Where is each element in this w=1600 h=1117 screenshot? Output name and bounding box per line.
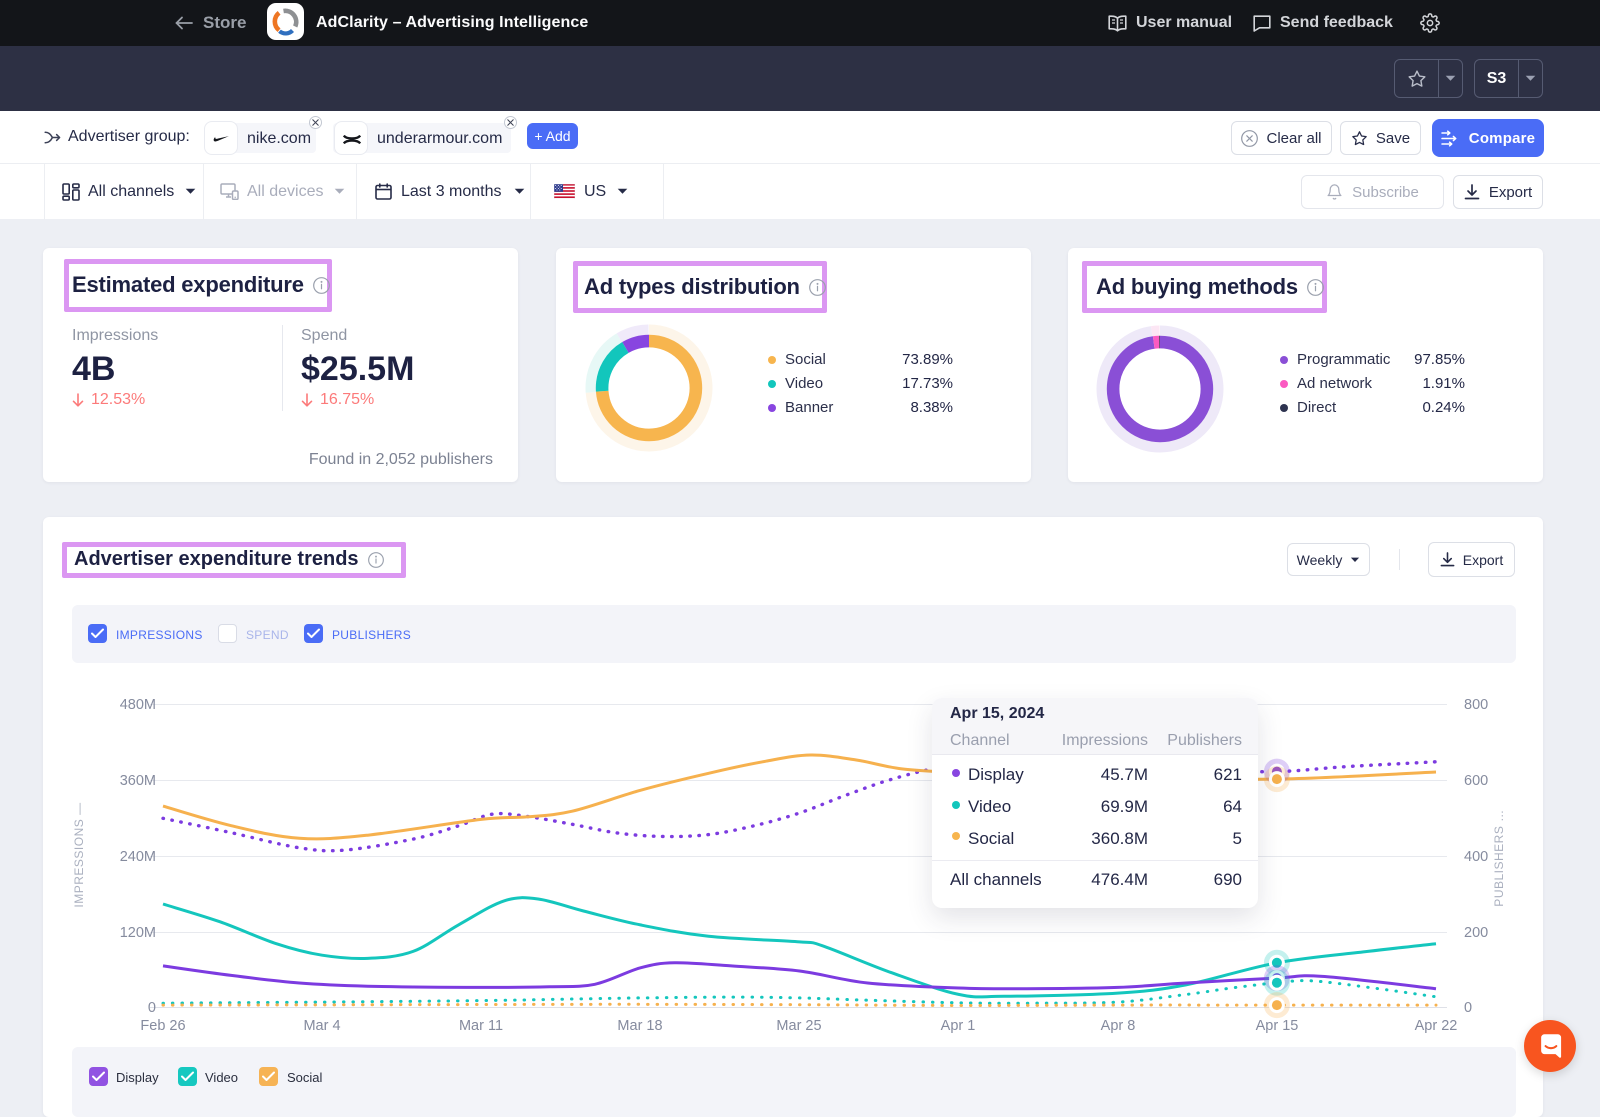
svg-text:Apr 1: Apr 1 [941,1018,976,1034]
svg-text:Apr 8: Apr 8 [1101,1018,1136,1034]
svg-text:120M: 120M [120,925,156,941]
svg-text:Feb 26: Feb 26 [140,1018,185,1034]
svg-text:Apr 15: Apr 15 [1256,1018,1299,1034]
svg-text:200: 200 [1464,925,1488,941]
svg-text:480M: 480M [120,697,156,713]
svg-text:240M: 240M [120,849,156,865]
svg-text:Mar 18: Mar 18 [617,1018,662,1034]
svg-text:Mar 25: Mar 25 [776,1018,821,1034]
svg-text:0: 0 [148,1000,156,1016]
svg-text:Mar 4: Mar 4 [303,1018,340,1034]
svg-text:PUBLISHERS …: PUBLISHERS … [1492,809,1506,906]
svg-text:360M: 360M [120,773,156,789]
svg-text:0: 0 [1464,1000,1472,1016]
svg-text:Apr 22: Apr 22 [1415,1018,1458,1034]
svg-text:Mar 11: Mar 11 [459,1018,503,1034]
svg-text:IMPRESSIONS —: IMPRESSIONS — [72,802,86,907]
svg-text:600: 600 [1464,773,1488,789]
svg-text:400: 400 [1464,849,1488,865]
svg-text:800: 800 [1464,697,1488,713]
